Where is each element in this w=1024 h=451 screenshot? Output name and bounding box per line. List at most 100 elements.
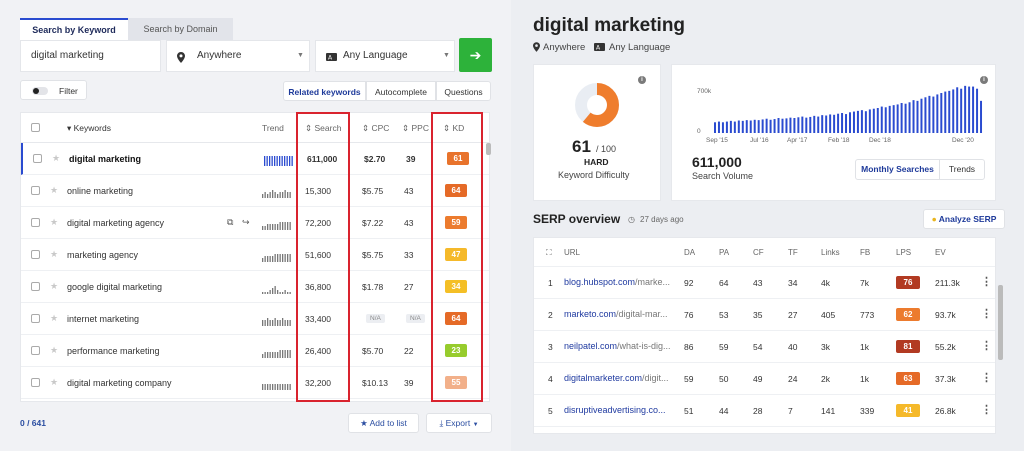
table-header: ▾ Keywords Trend ⇕ Search ⇕ CPC ⇕ PPC ⇕ …	[21, 113, 489, 143]
table-row[interactable]: ★ google digital marketing 36,800 $1.78 27 34	[21, 271, 489, 303]
keyword-text[interactable]: google digital marketing	[67, 282, 162, 292]
more-options-icon[interactable]: ⋮	[981, 307, 992, 320]
keyword-text[interactable]: marketing agency	[67, 250, 138, 260]
row-checkbox[interactable]	[33, 154, 42, 163]
more-options-icon[interactable]: ⋮	[981, 339, 992, 352]
table-row[interactable]: ★ digital marketing 611,000 $2.70 39 61	[21, 143, 489, 175]
add-to-list-button[interactable]: ★ Add to list	[348, 413, 419, 433]
pa-cell: 59	[719, 342, 729, 352]
info-icon[interactable]: i	[638, 76, 646, 84]
volume-caption: Search Volume	[692, 171, 754, 181]
more-options-icon[interactable]: ⋮	[981, 403, 992, 416]
star-icon[interactable]: ★	[50, 217, 58, 228]
keyword-text[interactable]: digital marketing company	[67, 378, 172, 388]
serp-url-link[interactable]: neilpatel.com/what-is-dig...	[564, 341, 671, 351]
table-row[interactable]: ★ digital marketing agency ⧉ ↪ 72,200 $7.22 43…	[21, 207, 489, 239]
ppc-cell: 43	[404, 186, 414, 196]
serp-url-link[interactable]: disruptiveadvertising.co...	[564, 405, 666, 415]
keyword-input[interactable]: digital marketing	[20, 40, 161, 72]
da-cell: 92	[684, 278, 694, 288]
serp-row: 2 marketo.com/digital-mar... 76 53 35 27 405 77…	[534, 299, 995, 331]
sparkline-bar	[291, 156, 293, 166]
sparkline-bar	[287, 350, 289, 358]
serp-scrollbar[interactable]	[998, 285, 1003, 360]
serp-url-link[interactable]: digitalmarketer.com/digit...	[564, 373, 669, 383]
keyword-text[interactable]: performance marketing	[67, 346, 160, 356]
sparkline-bar	[287, 222, 289, 230]
table-row[interactable]: ★ digital marketing company 32,200 $10.13 39…	[21, 367, 489, 399]
row-checkbox[interactable]	[31, 314, 40, 323]
sparkline-bar	[272, 224, 274, 230]
search-submit-button[interactable]: ➔	[459, 38, 492, 72]
sparkline-bar	[289, 254, 291, 262]
sparkline-bar	[262, 226, 264, 230]
volume-bar	[725, 121, 728, 133]
row-checkbox[interactable]	[31, 186, 40, 195]
sparkline-bar	[284, 350, 286, 358]
tab-related-keywords[interactable]: Related keywords	[283, 81, 366, 101]
select-all-checkbox[interactable]	[31, 123, 40, 132]
toggle-switch[interactable]	[32, 87, 48, 95]
sparkline-bar	[269, 256, 271, 262]
star-icon[interactable]: ★	[50, 377, 58, 388]
selected-count: 0 / 641	[20, 418, 46, 428]
table-scrollbar[interactable]	[486, 143, 491, 155]
share-icon[interactable]: ↪	[242, 217, 250, 228]
export-button[interactable]: ⤓ Export ▼	[426, 413, 492, 433]
location-select[interactable]: Anywhere ▼	[166, 40, 310, 72]
row-checkbox[interactable]	[31, 282, 40, 291]
keyword-text[interactable]: digital marketing	[69, 154, 141, 164]
sparkline-bar	[267, 292, 269, 294]
serp-path: /digit...	[642, 373, 669, 383]
sparkline-bar	[282, 318, 284, 326]
tab-questions[interactable]: Questions	[436, 81, 491, 101]
row-checkbox[interactable]	[31, 250, 40, 259]
row-checkbox[interactable]	[31, 378, 40, 387]
monthly-searches-button[interactable]: Monthly Searches	[856, 160, 940, 179]
sort-ppc[interactable]: ⇕ PPC	[402, 123, 429, 134]
da-cell: 59	[684, 374, 694, 384]
sparkline-bar	[271, 156, 273, 166]
volume-bar	[809, 116, 812, 133]
filter-toggle[interactable]: Filter	[20, 80, 87, 100]
serp-url-link[interactable]: marketo.com/digital-mar...	[564, 309, 668, 319]
tab-search-by-domain[interactable]: Search by Domain	[128, 18, 233, 40]
row-checkbox[interactable]	[31, 218, 40, 227]
serp-url-link[interactable]: blog.hubspot.com/marke...	[564, 277, 670, 287]
sort-cpc[interactable]: ⇕ CPC	[362, 123, 389, 134]
star-icon[interactable]: ★	[50, 185, 58, 196]
tab-search-by-keyword[interactable]: Search by Keyword	[20, 18, 128, 40]
keyword-text[interactable]: digital marketing agency	[67, 218, 164, 228]
language-select[interactable]: A Any Language ▼	[315, 40, 455, 72]
star-icon[interactable]: ★	[50, 345, 58, 356]
table-row[interactable]: ★ performance marketing 26,400 $5.70 22 23	[21, 335, 489, 367]
table-row[interactable]: ★ internet marketing 33,400 N/A N/A 64	[21, 303, 489, 335]
more-options-icon[interactable]: ⋮	[981, 371, 992, 384]
star-icon[interactable]: ★	[50, 313, 58, 324]
expand-icon[interactable]: ⛶	[546, 248, 552, 258]
cf-cell: 35	[753, 310, 763, 320]
keyword-text[interactable]: internet marketing	[67, 314, 139, 324]
tab-autocomplete[interactable]: Autocomplete	[366, 81, 436, 101]
volume-bar	[714, 122, 716, 133]
table-row[interactable]: ★ marketing agency 51,600 $5.75 33 47	[21, 239, 489, 271]
row-checkbox[interactable]	[31, 346, 40, 355]
cf-header: CF	[753, 248, 764, 257]
star-icon[interactable]: ★	[52, 153, 60, 164]
volume-bar	[817, 116, 820, 133]
sort-keywords[interactable]: ▾ Keywords	[67, 123, 111, 134]
table-row[interactable]: ★ online marketing 15,300 $5.75 43 64	[21, 175, 489, 207]
page-title: digital marketing	[533, 15, 686, 36]
rank-cell: 2	[548, 310, 553, 320]
star-icon[interactable]: ★	[50, 249, 58, 260]
copy-icon[interactable]: ⧉	[227, 217, 233, 228]
keyword-text[interactable]: online marketing	[67, 186, 133, 196]
trends-button[interactable]: Trends	[940, 160, 984, 179]
more-options-icon[interactable]: ⋮	[981, 275, 992, 288]
sparkline-bar	[272, 352, 274, 358]
star-icon[interactable]: ★	[50, 281, 58, 292]
da-cell: 86	[684, 342, 694, 352]
links-cell: 141	[821, 406, 836, 416]
analyze-serp-button[interactable]: ● Analyze SERP	[923, 209, 1005, 229]
volume-bar	[888, 105, 891, 133]
